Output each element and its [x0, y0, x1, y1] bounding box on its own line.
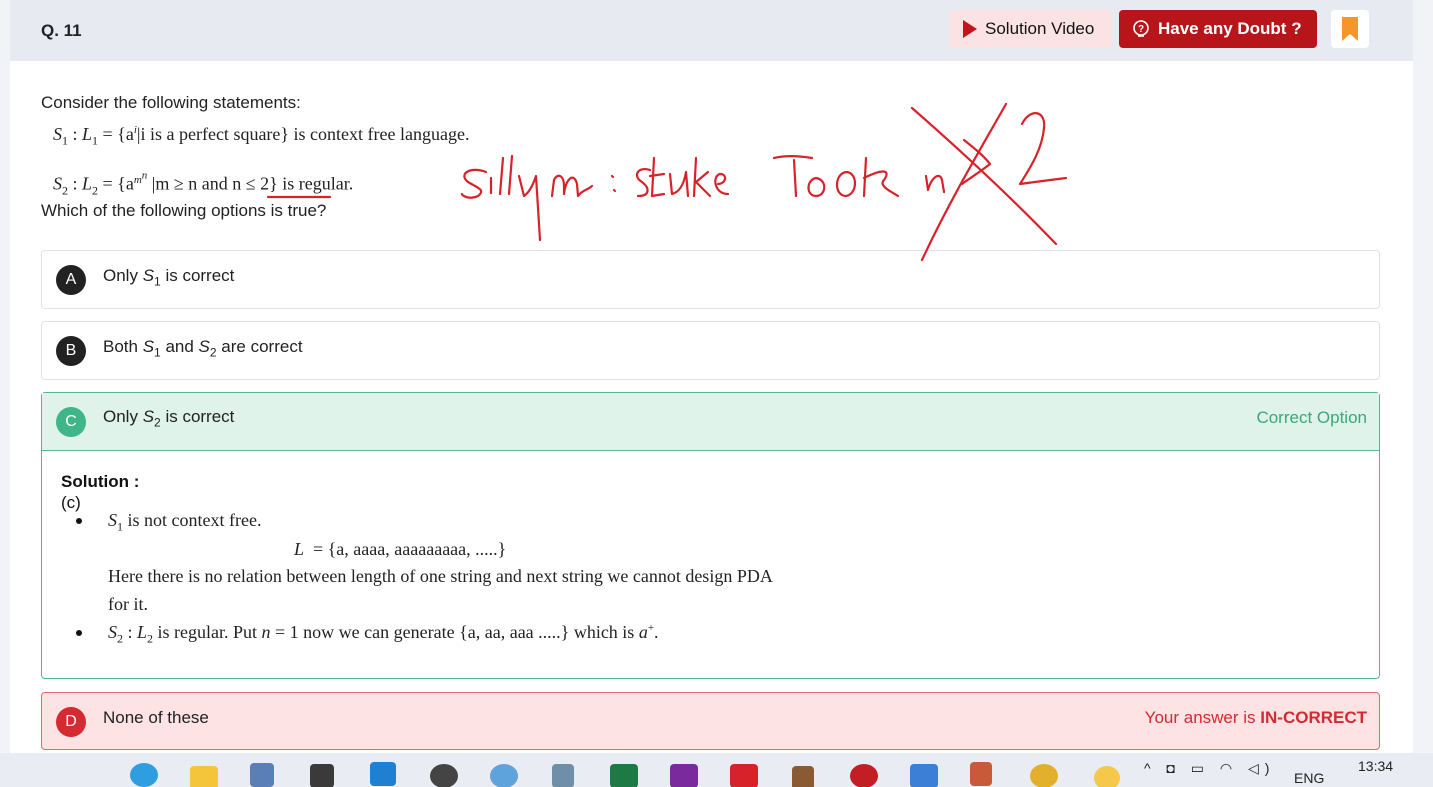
edge-icon[interactable]	[130, 763, 158, 787]
option-d-text: None of these	[103, 708, 209, 727]
option-a-badge: A	[56, 265, 86, 295]
bookmark-button[interactable]	[1331, 10, 1369, 48]
have-doubt-button[interactable]: ? Have any Doubt ?	[1119, 10, 1317, 48]
davinci-icon[interactable]	[850, 764, 878, 787]
tray-icons[interactable]: ^ ◘ ▭ ◠ ◁)	[1144, 760, 1275, 777]
play-icon	[963, 20, 977, 38]
app-figure-icon[interactable]	[970, 762, 992, 786]
weather-icon[interactable]	[1094, 766, 1120, 787]
incorrect-answer-label: Your answer is IN-CORRECT	[1144, 708, 1367, 727]
solution-line-1: S1 is not context free.	[108, 510, 262, 534]
calculator-icon[interactable]	[552, 764, 574, 787]
option-c-badge: C	[56, 407, 86, 437]
file-explorer-icon[interactable]	[190, 766, 218, 787]
option-c-header	[42, 393, 1379, 451]
excel-icon[interactable]	[610, 764, 638, 787]
solution-answer: (c)	[61, 493, 81, 512]
question-number: Q. 11	[41, 21, 82, 40]
question-intro: Consider the following statements:	[41, 93, 301, 112]
doubt-bulb-icon: ?	[1133, 20, 1149, 37]
option-d[interactable]: D None of these Your answer is IN-CORREC…	[41, 692, 1380, 750]
question-ask: Which of the following options is true?	[41, 201, 327, 220]
option-d-badge: D	[56, 707, 86, 737]
qbittorrent-icon[interactable]	[490, 764, 518, 787]
option-b-text: Both S1 and S2 are correct	[103, 337, 303, 360]
vscode-icon[interactable]	[370, 762, 396, 786]
solution-line-2: L = {a, aaaa, aaaaaaaaa, .....}	[294, 539, 507, 559]
onenote-icon[interactable]	[670, 764, 698, 787]
option-c[interactable]: C Only S2 is correct Correct Option Solu…	[41, 392, 1380, 679]
minecraft-icon[interactable]	[792, 766, 814, 787]
svg-text:?: ?	[1138, 24, 1144, 35]
option-b[interactable]: B Both S1 and S2 are correct	[41, 321, 1380, 380]
chrome-icon[interactable]	[1030, 764, 1058, 787]
clock-app-icon[interactable]	[430, 764, 458, 787]
option-c-text: Only S2 is correct	[103, 407, 235, 430]
clock-time[interactable]: 13:34	[1358, 758, 1393, 774]
correct-option-label: Correct Option	[1256, 408, 1367, 427]
statement-s2: S2 : L2 = {amn |m ≥ n and n ≤ 2} is regu…	[53, 169, 354, 198]
option-a[interactable]: A Only S1 is correct	[41, 250, 1380, 309]
bullet-2	[76, 630, 82, 636]
app-gear-icon[interactable]	[730, 764, 758, 787]
have-doubt-label: Have any Doubt ?	[1158, 19, 1302, 38]
input-language[interactable]: ENG	[1294, 770, 1324, 786]
bullet-1	[76, 518, 82, 524]
virtualbox-icon[interactable]	[250, 763, 274, 787]
solution-line-4: for it.	[108, 594, 148, 614]
solution-title: Solution :	[61, 472, 140, 491]
solution-line-5: S2 : L2 is regular. Put n = 1 now we can…	[108, 622, 659, 646]
statement-s1: S1 : L1 = {ai|i is a perfect square} is …	[53, 124, 470, 148]
unity-icon[interactable]	[310, 764, 334, 787]
solution-video-label: Solution Video	[985, 19, 1095, 38]
app-m-icon[interactable]	[910, 764, 938, 787]
option-a-text: Only S1 is correct	[103, 266, 235, 289]
solution-line-3: Here there is no relation between length…	[108, 566, 773, 586]
option-b-badge: B	[56, 336, 86, 366]
bookmark-icon	[1342, 17, 1358, 41]
solution-video-button[interactable]: Solution Video	[949, 10, 1112, 48]
